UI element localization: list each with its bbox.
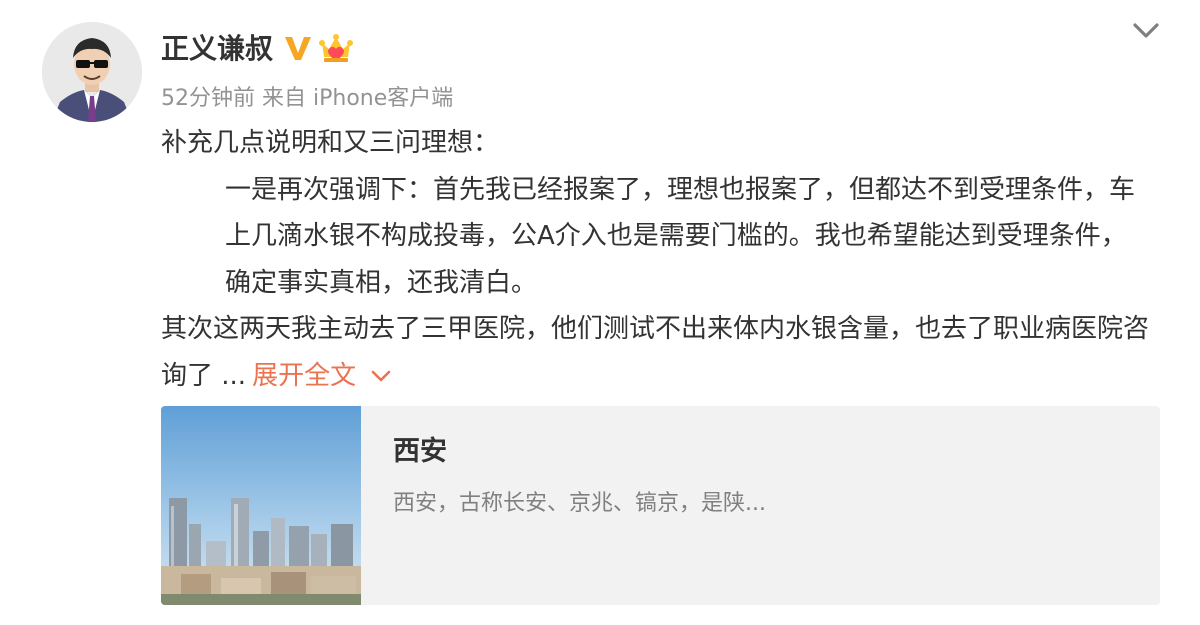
post-paragraph: 补充几点说明和又三问理想： <box>161 128 500 158</box>
avatar-illustration <box>42 22 142 122</box>
link-card[interactable]: 西安 西安，古称长安、京兆、镐京，是陕... <box>161 406 1160 605</box>
verified-v-icon[interactable] <box>283 33 313 63</box>
expand-full-text-link[interactable]: 展开全文 <box>252 361 392 391</box>
post-paragraph: 一是再次强调下：首先我已经报案了，理想也报案了，但都达不到受理条件，车上几滴水银… <box>225 174 1136 298</box>
card-title[interactable]: 西安 <box>393 432 447 472</box>
card-description: 西安，古称长安、京兆、镐京，是陕... <box>393 491 766 516</box>
post-meta: 52分钟前 来自 iPhone客户端 <box>161 84 453 114</box>
post-paragraph-last: 其次这两天我主动去了三甲医院，他们测试不出来体内水银含量，也去了职业病医院咨询了… <box>161 306 1151 399</box>
expand-chevron-down-icon[interactable] <box>370 369 392 383</box>
post-body: 补充几点说明和又三问理想： 一是再次强调下：首先我已经报案了，理想也报案了，但都… <box>161 120 1151 399</box>
card-thumbnail-image <box>161 406 361 605</box>
avatar[interactable] <box>42 22 142 122</box>
post-source: 来自 iPhone客户端 <box>262 86 454 111</box>
expand-label[interactable]: 展开全文 <box>252 361 356 391</box>
author-name[interactable]: 正义谦叔 <box>161 26 273 72</box>
post-time[interactable]: 52分钟前 <box>161 86 255 111</box>
post-menu-chevron-down-icon[interactable] <box>1130 20 1162 44</box>
crown-member-icon[interactable] <box>318 31 354 65</box>
